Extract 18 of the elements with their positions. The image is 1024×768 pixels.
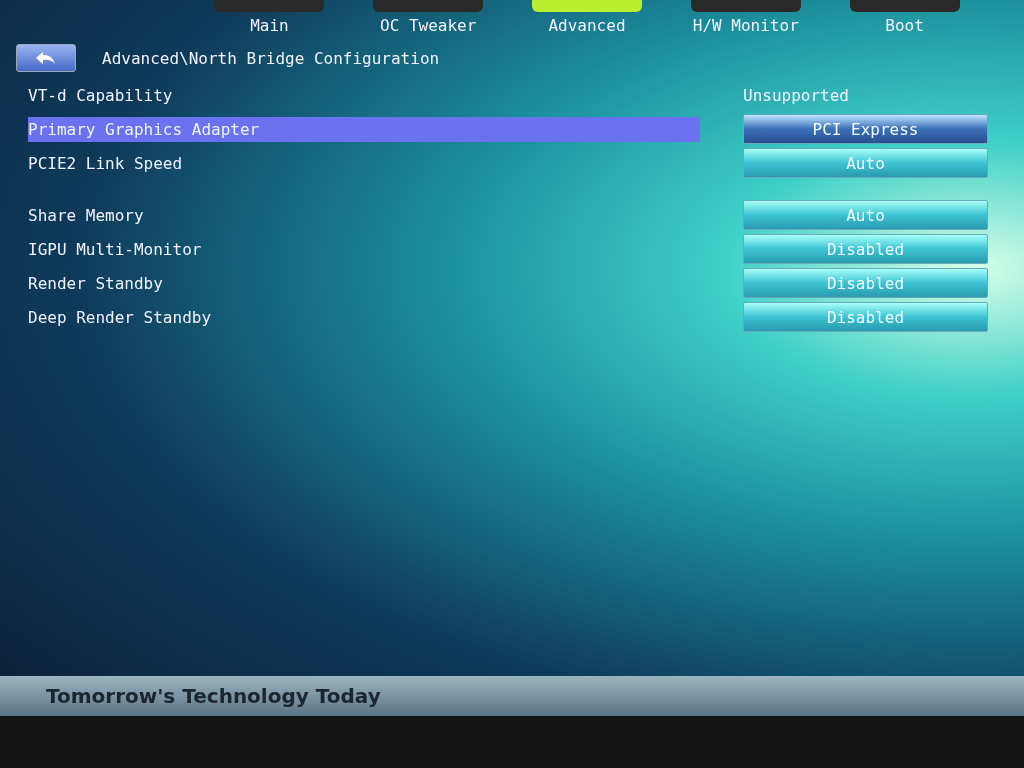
menu-tab[interactable]: Boot bbox=[825, 0, 984, 44]
menu-tab[interactable]: OC Tweaker bbox=[348, 0, 508, 44]
setting-label[interactable]: PCIE2 Link Speed bbox=[28, 150, 700, 176]
menu-tab[interactable]: Main bbox=[190, 0, 349, 44]
setting-label[interactable]: Deep Render Standby bbox=[28, 304, 700, 330]
breadcrumb-path: Advanced\North Bridge Configuration bbox=[102, 48, 440, 68]
setting-label[interactable]: IGPU Multi-Monitor bbox=[28, 236, 700, 262]
setting-label[interactable]: Primary Graphics Adapter bbox=[28, 116, 700, 142]
menu-tab[interactable]: H/W Monitor bbox=[666, 0, 826, 44]
back-button[interactable] bbox=[16, 44, 76, 72]
setting-label[interactable]: VT-d Capability bbox=[28, 82, 700, 108]
menu-tab[interactable]: Advanced bbox=[507, 0, 667, 44]
setting-label[interactable]: Render Standby bbox=[28, 270, 700, 296]
setting-value: Unsupported bbox=[743, 85, 850, 105]
option-button[interactable]: PCI Express bbox=[743, 114, 988, 144]
slogan-text: Tomorrow's Technology Today bbox=[46, 684, 381, 708]
back-arrow-icon bbox=[34, 50, 58, 66]
setting-label[interactable]: Share Memory bbox=[28, 202, 700, 228]
